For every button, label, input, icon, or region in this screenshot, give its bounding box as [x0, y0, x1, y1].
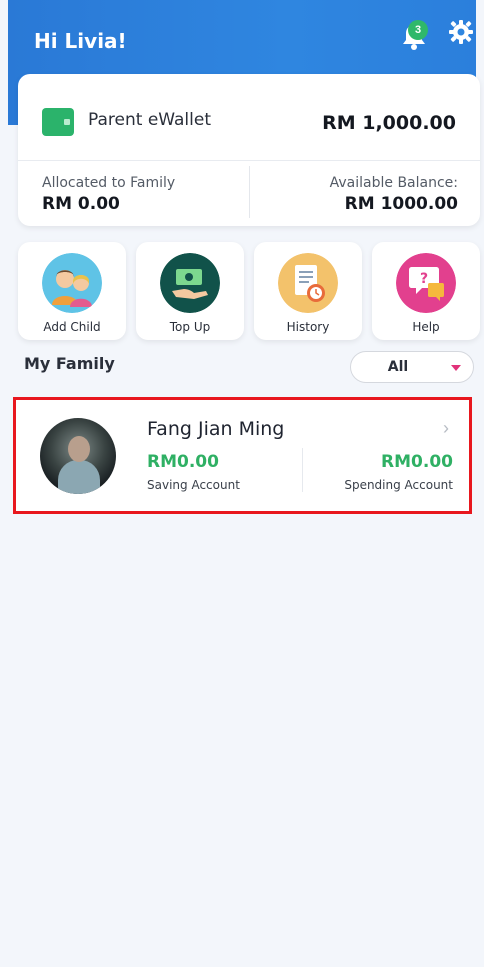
- action-label: Top Up: [169, 320, 211, 334]
- history-icon: [278, 253, 338, 313]
- section-title: My Family: [24, 354, 115, 373]
- spending-amount: RM0.00: [381, 452, 453, 472]
- chevron-right-icon: ›: [443, 418, 449, 438]
- spending-label: Spending Account: [344, 478, 453, 492]
- chevron-down-icon: [451, 365, 461, 371]
- filter-value: All: [387, 359, 409, 375]
- saving-amount: RM0.00: [147, 452, 219, 472]
- action-label: Add Child: [43, 320, 101, 334]
- top-up-button[interactable]: Top Up: [136, 242, 244, 340]
- allocated-value: RM 0.00: [42, 194, 120, 214]
- saving-label: Saving Account: [147, 478, 240, 492]
- family-filter-select[interactable]: All: [350, 351, 474, 383]
- help-button[interactable]: ? Help: [372, 242, 480, 340]
- top-up-icon: [160, 253, 220, 313]
- available-label: Available Balance:: [329, 175, 458, 191]
- gear-icon[interactable]: [448, 19, 474, 45]
- add-child-button[interactable]: Add Child: [18, 242, 126, 340]
- greeting-text: Hi Livia!: [34, 29, 127, 53]
- action-label: History: [286, 320, 330, 334]
- divider: [249, 166, 250, 218]
- divider: [18, 160, 480, 161]
- notification-badge: 3: [408, 20, 428, 40]
- wallet-balance: RM 1,000.00: [322, 112, 456, 134]
- allocated-label: Allocated to Family: [42, 175, 176, 191]
- divider: [302, 448, 303, 492]
- help-icon: ?: [396, 253, 456, 313]
- wallet-card: Parent eWallet RM 1,000.00 Allocated to …: [18, 74, 480, 226]
- add-child-icon: [42, 253, 102, 313]
- wallet-icon: [42, 108, 74, 136]
- member-name: Fang Jian Ming: [147, 418, 285, 440]
- wallet-name: Parent eWallet: [88, 110, 211, 130]
- available-value: RM 1000.00: [344, 194, 458, 214]
- avatar: [40, 418, 116, 494]
- family-member-card[interactable]: Fang Jian Ming › RM0.00 Saving Account R…: [13, 397, 472, 514]
- svg-text:?: ?: [420, 271, 428, 287]
- action-label: Help: [412, 320, 440, 334]
- history-button[interactable]: History: [254, 242, 362, 340]
